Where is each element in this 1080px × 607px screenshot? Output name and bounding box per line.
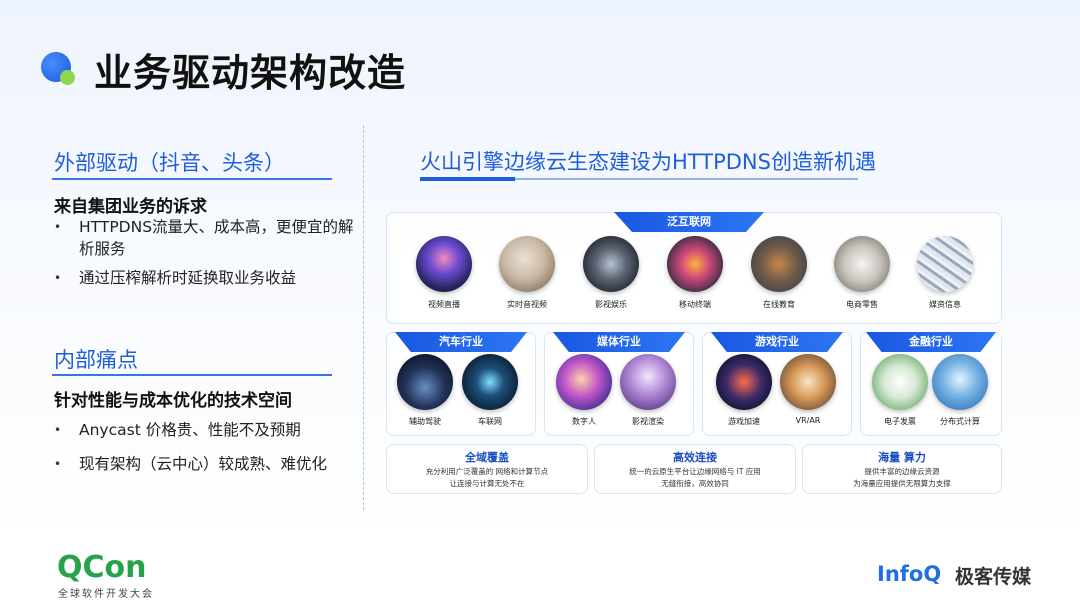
vr-ar-image [780, 354, 836, 410]
section-title-external: 外部驱动（抖音、头条） [54, 151, 285, 175]
digital-human-image [556, 354, 612, 410]
caption: 影视渲染 [632, 417, 664, 426]
right-section-rule [420, 177, 858, 181]
feature-desc: 无缝衔接，高效协同 [661, 479, 729, 488]
bullet-text: HTTPDNS流量大、成本高，更便宜的解析服务 [79, 218, 354, 258]
bullet-text: 现有架构（云中心）较成熟、难优化 [79, 455, 328, 473]
feature-title: 高效连接 [673, 451, 717, 464]
media-info-image [917, 236, 973, 292]
film-render-image [620, 354, 676, 410]
online-education-image [751, 236, 807, 292]
bullet-item: • 通过压榨解析时延换取业务收益 [54, 267, 354, 289]
mobile-terminal-image [667, 236, 723, 292]
bullet-icon: • [54, 220, 62, 234]
bullet-item: • Anycast 价格贵、性能不及预期 [54, 419, 354, 441]
qcon-logo: QCon [57, 550, 147, 585]
section-rule [52, 374, 332, 376]
ecommerce-image [834, 236, 890, 292]
caption: 电商零售 [846, 300, 878, 309]
bullet-icon: • [54, 271, 62, 285]
bullet-text: Anycast 价格贵、性能不及预期 [79, 421, 301, 439]
section-rule [52, 178, 332, 180]
feature-desc: 充分利用广泛覆盖的 网络和计算节点 [425, 467, 549, 476]
feature-desc: 让连接与计算无处不在 [449, 479, 525, 488]
iov-image [462, 354, 518, 410]
tab-game: 游戏行业 [711, 332, 843, 352]
caption: 车联网 [478, 417, 502, 426]
caption: 在线教育 [763, 300, 795, 309]
section-subtitle-external: 来自集团业务的诉求 [54, 197, 207, 217]
page-title: 业务驱动架构改造 [94, 51, 407, 95]
tab-media: 媒体行业 [553, 332, 685, 352]
caption: 媒资信息 [929, 300, 961, 309]
caption: 分布式计算 [940, 417, 980, 426]
caption: 视频直播 [428, 300, 460, 309]
section-title-internal: 内部痛点 [54, 348, 138, 372]
assisted-driving-image [397, 354, 453, 410]
bullet-item: • 现有架构（云中心）较成熟、难优化 [54, 453, 354, 475]
feature-title: 海量 算力 [878, 451, 926, 464]
qcon-tagline: 全球软件开发大会 [58, 589, 154, 600]
right-section-title: 火山引擎边缘云生态建设为HTTPDNS创造新机遇 [420, 150, 876, 174]
caption: 移动终端 [679, 300, 711, 309]
tab-finance: 金融行业 [866, 332, 996, 352]
distributed-compute-image [932, 354, 988, 410]
entertainment-image [583, 236, 639, 292]
column-divider [363, 125, 364, 510]
game-acceleration-image [716, 354, 772, 410]
tab-internet: 泛互联网 [614, 212, 764, 232]
title-accent-dot-icon [60, 70, 75, 85]
section-subtitle-internal: 针对性能与成本优化的技术空间 [54, 391, 292, 411]
infoq-logo: InfoQ [877, 562, 942, 586]
bullet-icon: • [54, 423, 62, 437]
caption: 实时音视频 [507, 300, 547, 309]
video-live-image [416, 236, 472, 292]
feature-title: 全域覆盖 [465, 451, 509, 464]
slide: 业务驱动架构改造 外部驱动（抖音、头条） 来自集团业务的诉求 • HTTPDNS… [0, 0, 1080, 545]
feature-desc: 统一的云原生平台让边缘网络与 IT 应用 [629, 467, 761, 476]
rtc-image [499, 236, 555, 292]
bullet-icon: • [54, 457, 62, 471]
caption: VR/AR [795, 416, 821, 425]
tab-auto: 汽车行业 [395, 332, 527, 352]
feature-desc: 提供丰富的边缘云资源 [864, 467, 940, 476]
caption: 影视娱乐 [595, 300, 627, 309]
feature-desc: 为海量应用提供无限算力支撑 [853, 479, 951, 488]
geek-media-logo: 极客传媒 [955, 566, 1032, 588]
bullet-text: 通过压榨解析时延换取业务收益 [79, 269, 297, 287]
e-invoice-image [872, 354, 928, 410]
bullet-item: • HTTPDNS流量大、成本高，更便宜的解析服务 [54, 216, 354, 260]
